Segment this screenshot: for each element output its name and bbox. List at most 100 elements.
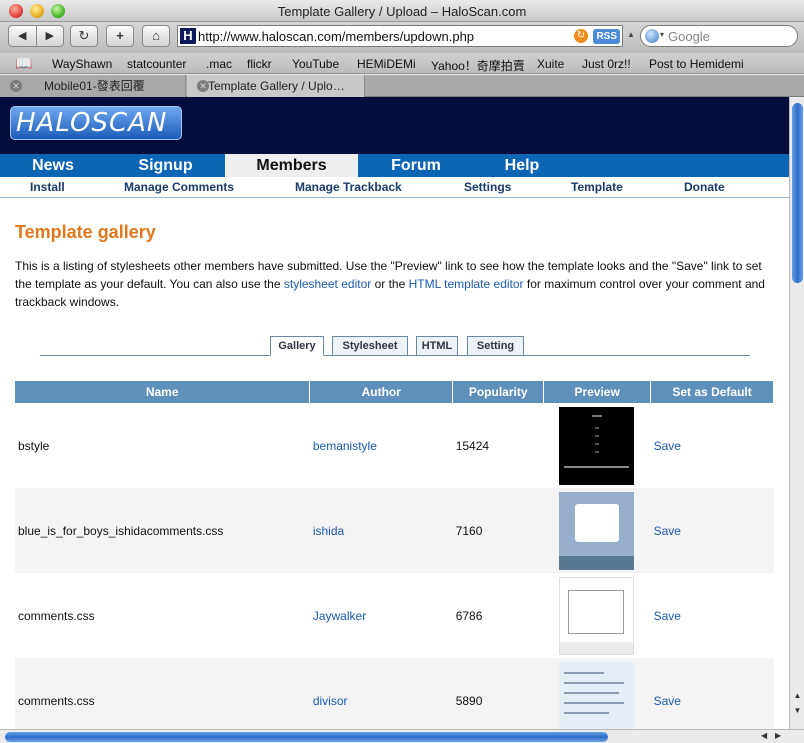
haloscan-logo[interactable]: HALOSCAN [10, 106, 182, 140]
back-forward-buttons: ◀ ▶ [8, 25, 64, 47]
main-nav: News Signup Members Forum Help [0, 154, 789, 177]
scroll-down-arrow-icon[interactable]: ▼ [790, 706, 804, 719]
intro-part-2: or the [371, 277, 409, 291]
preview-thumbnail[interactable] [558, 576, 634, 655]
template-table: Name Author Popularity Preview Set as De… [15, 381, 774, 729]
bookmark-just-0rz[interactable]: Just 0rz!! [582, 57, 631, 71]
template-popularity: 7160 [452, 488, 544, 573]
browser-toolbar: ◀ ▶ ↻ + ⌂ H http://www.haloscan.com/memb… [0, 22, 804, 53]
page-viewport: HALOSCAN News Signup Members Forum Help … [0, 97, 789, 729]
vertical-scrollbar[interactable]: ▲ ▼ [789, 97, 804, 729]
horizontal-scrollbar[interactable]: ◀ ▶ [0, 729, 804, 743]
template-popularity: 15424 [455, 438, 490, 453]
header-author[interactable]: Author [309, 381, 454, 403]
subnav-settings[interactable]: Settings [464, 180, 511, 194]
page-title: Template gallery [15, 222, 156, 242]
template-author-cell: divisor [309, 658, 453, 729]
subnav-donate[interactable]: Donate [684, 180, 725, 194]
vertical-scroll-thumb[interactable] [792, 103, 803, 283]
scroll-left-arrow-icon[interactable]: ◀ [761, 731, 767, 740]
tab-setting[interactable]: Setting [467, 336, 524, 356]
nav-members[interactable]: Members [225, 154, 358, 177]
address-bar[interactable]: H http://www.haloscan.com/members/updown… [177, 25, 623, 47]
browser-tab-bar: ✕ Mobile01-發表回覆 ✕ Template Gallery / Upl… [0, 75, 804, 97]
bookmark-post-to-hemidemi[interactable]: Post to Hemidemi [649, 57, 744, 71]
bookmark-wayshawn[interactable]: WayShawn [52, 57, 112, 71]
search-field[interactable]: ▾ Google [640, 25, 798, 47]
table-row: comments.css Jaywalker 6786 Save [15, 573, 774, 658]
bookmark-xuite[interactable]: Xuite [537, 57, 564, 71]
chevron-down-icon[interactable]: ▾ [660, 30, 664, 39]
scroll-right-arrow-icon[interactable]: ▶ [775, 731, 781, 740]
template-name: blue_is_for_boys_ishidacomments.css [15, 488, 310, 573]
header-name[interactable]: Name [15, 381, 311, 403]
tab-stylesheet[interactable]: Stylesheet [332, 336, 408, 356]
author-link[interactable]: Jaywalker [313, 609, 366, 623]
preview-thumbnail[interactable] [558, 406, 634, 485]
add-bookmark-button[interactable]: + [106, 25, 134, 47]
bookmark-youtube[interactable]: YouTube [292, 57, 339, 71]
html-template-editor-link[interactable]: HTML template editor [409, 277, 524, 291]
forward-button[interactable]: ▶ [37, 26, 64, 46]
bookmarks-book-icon[interactable]: 📖 [15, 55, 32, 72]
tab-gallery[interactable]: Gallery [270, 336, 324, 356]
save-link[interactable]: Save [654, 609, 681, 623]
nav-forum[interactable]: Forum [358, 154, 474, 177]
nav-signup[interactable]: Signup [106, 154, 225, 177]
preview-thumbnail[interactable] [558, 661, 634, 729]
template-author-cell: ishida [309, 488, 453, 573]
subnav-install[interactable]: Install [30, 180, 65, 194]
save-link[interactable]: Save [654, 439, 681, 453]
subnav-manage-comments[interactable]: Manage Comments [124, 180, 234, 194]
author-link[interactable]: bemanistyle [313, 439, 377, 453]
header-set-as-default: Set as Default [650, 381, 774, 403]
preview-thumbnail[interactable] [558, 491, 634, 570]
subnav-template[interactable]: Template [571, 180, 623, 194]
window-title: Template Gallery / Upload – HaloScan.com [277, 4, 527, 19]
stylesheet-editor-link[interactable]: stylesheet editor [284, 277, 371, 291]
table-header-row: Name Author Popularity Preview Set as De… [15, 381, 774, 403]
browser-tab-mobile01[interactable]: ✕ Mobile01-發表回覆 [0, 75, 186, 97]
template-save-cell: Save [651, 403, 774, 488]
tab-html[interactable]: HTML [416, 336, 458, 356]
search-placeholder: Google [668, 29, 710, 44]
save-link[interactable]: Save [654, 524, 681, 538]
tab-label: Template Gallery / Uplo… [208, 79, 345, 93]
author-link[interactable]: ishida [313, 524, 344, 538]
subnav-manage-trackback[interactable]: Manage Trackback [295, 180, 402, 194]
template-author-cell: Jaywalker [310, 573, 453, 658]
bookmark-hemidemi[interactable]: HEMiDEMi [357, 57, 416, 71]
bookmark-flickr[interactable]: flickr [247, 57, 272, 71]
save-link[interactable]: Save [654, 694, 681, 708]
search-engine-icon[interactable] [645, 29, 659, 43]
bookmark-statcounter[interactable]: statcounter [127, 57, 186, 71]
table-row: bstyle bemanistyle 15424 Save [15, 403, 774, 488]
scroll-up-arrow-icon[interactable]: ▲ [790, 691, 804, 704]
back-button[interactable]: ◀ [9, 26, 37, 46]
home-button[interactable]: ⌂ [142, 25, 170, 47]
refresh-icon[interactable]: ↻ [574, 29, 588, 43]
bookmark-mac[interactable]: .mac [206, 57, 232, 71]
window-titlebar: Template Gallery / Upload – HaloScan.com [0, 0, 804, 22]
url-text[interactable]: http://www.haloscan.com/members/updown.p… [198, 29, 474, 44]
bookmark-yahoo-auction[interactable]: Yahoo！奇摩拍賣 [431, 57, 525, 74]
horizontal-scroll-thumb[interactable] [5, 732, 608, 742]
author-link[interactable]: divisor [313, 694, 348, 708]
bookmarks-bar: 📖 WayShawn statcounter .mac flickr YouTu… [0, 53, 804, 74]
table-row: comments.css divisor 5890 Save [15, 658, 774, 729]
nav-help[interactable]: Help [474, 154, 570, 177]
template-popularity: 5890 [452, 658, 544, 729]
snapback-icon[interactable]: ▲ [627, 30, 635, 39]
sub-nav: Install Manage Comments Manage Trackback… [0, 177, 789, 198]
nav-news[interactable]: News [0, 154, 106, 177]
close-tab-icon[interactable]: ✕ [10, 80, 22, 92]
rss-button[interactable]: RSS [593, 29, 620, 44]
header-preview: Preview [543, 381, 652, 403]
reload-button[interactable]: ↻ [70, 25, 98, 47]
template-save-cell: Save [651, 573, 774, 658]
template-name: comments.css [18, 608, 95, 623]
tab-label: Mobile01-發表回覆 [44, 79, 145, 93]
header-popularity[interactable]: Popularity [452, 381, 545, 403]
browser-tab-template-gallery[interactable]: ✕ Template Gallery / Uplo… [187, 75, 365, 97]
template-preview-cell [544, 403, 651, 488]
